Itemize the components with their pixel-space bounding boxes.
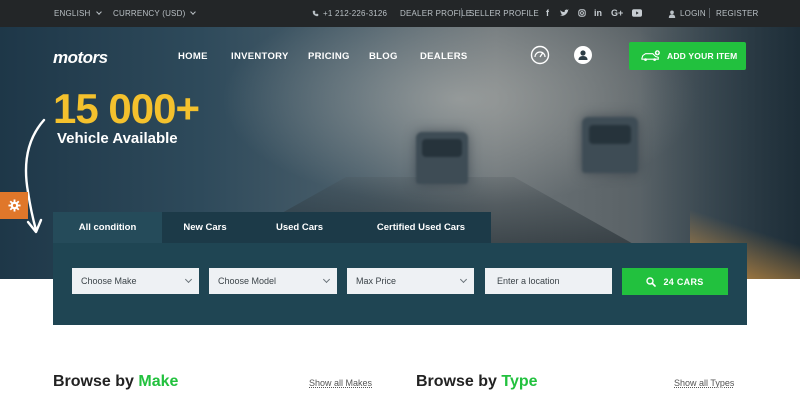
register-link[interactable]: REGISTER [716,9,759,18]
heading-highlight: Make [138,373,179,390]
instagram-icon[interactable] [578,9,586,17]
gear-icon [7,199,21,212]
show-all-types-link[interactable]: Show all Types [674,378,734,388]
chevron-down-icon [184,275,193,284]
currency-selector[interactable]: CURRENCY (USD) [113,9,197,18]
language-selector[interactable]: ENGLISH [54,9,102,18]
tab-used-cars[interactable]: Used Cars [248,212,351,243]
model-select-value: Choose Model [218,276,277,286]
top-bar: ENGLISH CURRENCY (USD) +1 212-226-3126 D… [0,0,800,27]
condition-tabs: All condition New Cars Used Cars Certifi… [53,212,491,243]
browse-by-type-heading: Browse by Type [416,373,538,391]
youtube-icon[interactable] [632,9,642,17]
location-input[interactable]: Enter a location [485,268,612,294]
user-icon [668,10,676,18]
nav-dealers[interactable]: DEALERS [420,51,468,62]
heading-highlight: Type [501,373,538,390]
seller-profile-label: SELLER PROFILE [469,9,539,18]
linkedin-icon[interactable]: in [594,8,602,18]
hero-car-image [416,132,468,184]
divider [461,8,462,18]
tab-certified-used-cars[interactable]: Certified Used Cars [351,212,491,243]
login-label: LOGIN [680,9,706,18]
nav-pricing[interactable]: PRICING [308,51,350,62]
tab-new-cars[interactable]: New Cars [162,212,248,243]
show-all-makes-link[interactable]: Show all Makes [309,378,372,388]
make-select-value: Choose Make [81,276,137,286]
heading-prefix: Browse by [53,373,139,390]
car-add-icon [641,50,660,61]
google-plus-icon[interactable]: G+ [611,8,623,18]
add-your-item-button[interactable]: ADD YOUR ITEM [629,42,746,70]
twitter-icon[interactable] [560,9,569,17]
model-select[interactable]: Choose Model [209,268,337,294]
language-label: ENGLISH [54,9,91,18]
search-icon [646,276,657,287]
nav-home[interactable]: HOME [178,51,208,62]
login-link[interactable]: LOGIN [668,9,706,18]
max-price-value: Max Price [356,276,397,286]
browse-by-make-heading: Browse by Make [53,373,178,391]
heading-prefix: Browse by [416,373,502,390]
add-your-item-label: ADD YOUR ITEM [667,51,738,61]
settings-button[interactable] [0,192,28,219]
currency-label: CURRENCY (USD) [113,9,186,18]
chevron-down-icon [95,9,102,15]
nav-inventory[interactable]: INVENTORY [231,51,289,62]
speedometer-icon[interactable] [530,45,550,65]
chevron-down-icon [459,275,468,284]
motors-logo[interactable]: motors [53,48,108,68]
search-cars-label: 24 CARS [663,276,704,287]
divider [709,8,710,18]
facebook-icon[interactable]: f [546,8,549,18]
profile-icon[interactable] [573,45,593,65]
chevron-down-icon [190,9,197,15]
max-price-select[interactable]: Max Price [347,268,474,294]
vehicle-count: 15 000+ [53,85,200,132]
phone-number: +1 212-226-3126 [323,9,388,18]
phone-icon [312,10,319,17]
chevron-down-icon [322,275,331,284]
vehicle-available-label: Vehicle Available [57,130,178,147]
tab-all-condition[interactable]: All condition [53,212,162,243]
search-cars-button[interactable]: 24 CARS [622,268,728,295]
hero-car-image [582,117,638,173]
phone-link[interactable]: +1 212-226-3126 [312,9,387,18]
location-placeholder: Enter a location [497,276,560,286]
register-label: REGISTER [716,9,759,18]
seller-profile-link[interactable]: SELLER PROFILE [469,9,539,18]
make-select[interactable]: Choose Make [72,268,199,294]
nav-blog[interactable]: BLOG [369,51,398,62]
